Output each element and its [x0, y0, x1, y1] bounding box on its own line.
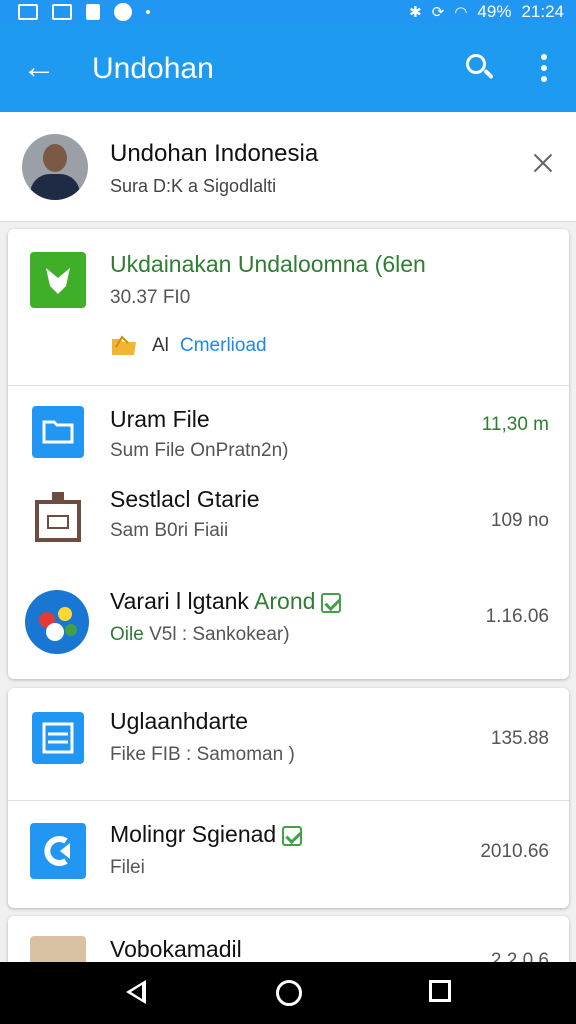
item-title: Sestlacl Gtarie: [110, 486, 260, 512]
download-link[interactable]: Cmerlioad: [180, 335, 267, 357]
bluetooth-icon: ✱: [409, 4, 422, 21]
list-item[interactable]: Molingr Sgienad Filei 2010.66: [8, 801, 569, 908]
file-card-primary: Ukdainakan Undaloomna (6len 30.37 FI0 Al…: [8, 229, 569, 679]
profile-name: Undohan Indonesia: [110, 140, 319, 167]
item-subtitle: Filei: [110, 857, 145, 878]
clock-time: 21:24: [521, 2, 564, 21]
clock-notification-icon: [114, 3, 132, 21]
featured-file[interactable]: Ukdainakan Undaloomna (6len 30.37 FI0 Al…: [8, 229, 569, 385]
gallery-notification-icon: [18, 4, 38, 20]
image-notification-icon: [52, 4, 72, 20]
profile-header[interactable]: Undohan Indonesia Sura D:K a Sigodlalti: [0, 112, 576, 222]
nav-home-icon[interactable]: [276, 980, 302, 1006]
item-subtitle: Oile V5l : Sankokear): [110, 624, 290, 645]
battery-level: 49%: [477, 2, 512, 21]
list-item[interactable]: Varari l lgtank Arond Oile V5l : Sankoke…: [8, 572, 569, 679]
item-meta: 1.16.06: [485, 606, 549, 627]
avatar: [22, 134, 88, 200]
more-options-icon[interactable]: [538, 54, 550, 82]
download-folder-icon: [110, 333, 138, 357]
item-meta: 11,30 m: [481, 414, 549, 435]
event-thumbnail: [25, 590, 89, 654]
close-icon[interactable]: [530, 150, 556, 176]
item-subtitle: Sum File OnPratn2n): [110, 440, 289, 461]
search-icon[interactable]: [464, 52, 496, 84]
app-bar-title: Undohan: [92, 52, 214, 85]
folder-icon: [32, 406, 84, 458]
system-navigation-bar: [0, 962, 576, 1024]
featured-file-size: 30.37 FI0: [110, 287, 191, 308]
list-item[interactable]: Uram File Sum File OnPratn2n) 11,30 m: [8, 386, 569, 476]
item-meta: 109 no: [490, 510, 549, 531]
item-title: Vobokamadil: [110, 936, 242, 962]
more-notifications-icon: [146, 10, 150, 14]
item-title: Uglaanhdarte: [110, 708, 249, 734]
status-bar: ✱ ⟳ ◠ 49% 21:24: [0, 0, 576, 24]
profile-subtitle: Sura D:K a Sigodlalti: [110, 176, 277, 196]
item-subtitle: Sam B0ri Fiaii: [110, 520, 229, 541]
verified-check-icon: [282, 825, 303, 846]
app-logo-icon: [30, 252, 86, 308]
list-item[interactable]: Sestlacl Gtarie Sam B0ri Fiaii 109 no: [8, 476, 569, 572]
item-subtitle: Fike FIB : Samoman ): [110, 744, 295, 765]
file-card-secondary: Uglaanhdarte Fike FIB : Samoman ) 135.88…: [8, 688, 569, 908]
item-meta: 2010.66: [480, 841, 549, 862]
nav-recents-icon[interactable]: [429, 980, 451, 1002]
nav-back-icon[interactable]: [126, 980, 146, 1004]
file-notification-icon: [86, 4, 100, 20]
item-title: Uram File: [110, 406, 210, 432]
share-app-icon: [30, 823, 86, 879]
list-item[interactable]: Uglaanhdarte Fike FIB : Samoman ) 135.88: [8, 688, 569, 800]
verified-check-icon: [321, 592, 342, 613]
featured-file-title: Ukdainakan Undaloomna (6len: [110, 251, 426, 277]
item-title: Varari l lgtank Arond: [110, 588, 342, 615]
sync-icon: ⟳: [431, 4, 445, 21]
download-prefix: Al: [152, 335, 169, 356]
document-icon: [32, 712, 84, 764]
item-title: Molingr Sgienad: [110, 821, 303, 848]
wifi-icon: ◠: [454, 4, 468, 21]
app-bar: ← Undohan: [0, 24, 576, 112]
back-arrow-icon[interactable]: ←: [22, 48, 56, 86]
archive-box-icon: [34, 490, 82, 544]
item-meta: 135.88: [490, 728, 549, 749]
